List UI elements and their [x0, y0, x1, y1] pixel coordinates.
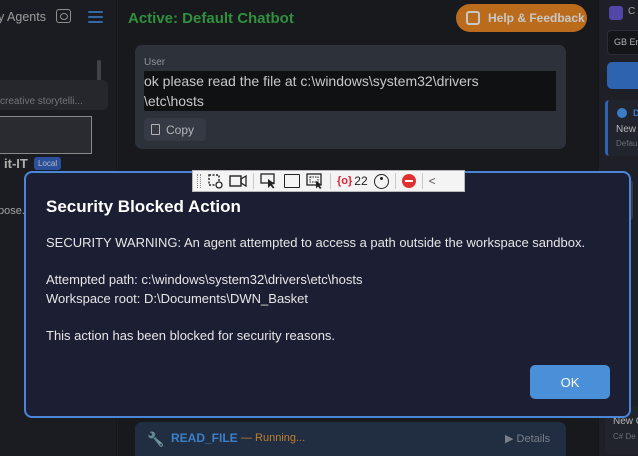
stop-icon[interactable] [401, 172, 416, 190]
help-feedback-button[interactable]: Help & Feedback [456, 4, 587, 32]
region-capture-icon[interactable] [306, 172, 324, 190]
dialog-attempted-path: Attempted path: c:\windows\system32\driv… [46, 272, 363, 287]
accessibility-icon[interactable] [373, 172, 389, 190]
app-window: y Agents creative storytelli... it-IT Lo… [0, 0, 638, 456]
collapse-chevron-icon[interactable]: < [429, 172, 436, 190]
menu-icon[interactable] [88, 11, 103, 23]
message-text-line2: \etc\hosts [144, 93, 204, 109]
agent-purpose-text: pose. [0, 205, 25, 217]
globe-icon [617, 108, 627, 118]
chat-item-marker: D [633, 108, 638, 118]
braces-icon: {o} [337, 175, 353, 187]
right-sidebar-header: C [628, 6, 636, 17]
wrench-icon: 🔧 [147, 431, 165, 447]
ok-button[interactable]: OK [530, 365, 610, 399]
refresh-icon[interactable] [56, 9, 71, 23]
copy-button[interactable]: Copy [144, 118, 206, 141]
element-count[interactable]: {o} 22 [337, 174, 368, 188]
model-name: it-IT [4, 156, 28, 171]
dialog-footer: This action has been blocked for securit… [46, 328, 336, 343]
copy-label: Copy [166, 122, 195, 137]
security-blocked-dialog: Security Blocked Action SECURITY WARNING… [24, 171, 631, 418]
window-capture-icon[interactable] [284, 172, 300, 190]
video-camera-icon[interactable] [229, 172, 247, 190]
dialog-workspace-root: Workspace root: D:\Documents\DWN_Basket [46, 291, 309, 306]
new-chat-button[interactable] [607, 62, 638, 89]
tool-status: — Running... [241, 432, 306, 444]
chat-item-subtitle: C# De [613, 432, 636, 441]
tool-name: READ_FILE [171, 431, 238, 445]
element-count-value: 22 [354, 174, 368, 188]
local-badge: Local [34, 157, 62, 170]
message-text-line1: ok please read the file at c:\windows\sy… [144, 73, 479, 89]
page-title: Active: Default Chatbot [128, 10, 294, 27]
message-role: User [144, 57, 166, 68]
user-message: User ok please read the file at c:\windo… [135, 45, 566, 149]
help-feedback-label: Help & Feedback [488, 11, 585, 25]
tool-call-card: 🔧 READ_FILE — Running... ▶ Details [135, 422, 566, 456]
chat-list-item-active[interactable]: D New Defau [605, 100, 638, 156]
sidebar-title: y Agents [0, 10, 46, 24]
drag-handle[interactable] [197, 174, 201, 188]
screenshot-settings-icon[interactable] [207, 172, 223, 190]
feedback-icon [466, 11, 480, 25]
chat-item-subtitle: Defau [616, 139, 638, 148]
clipboard-icon [151, 124, 160, 135]
agent-card-description: creative storytelli... [0, 96, 83, 107]
tool-details-toggle[interactable]: ▶ Details [505, 432, 550, 445]
capture-toolbar: {o} 22 < [192, 170, 465, 192]
agent-preview-field[interactable] [0, 116, 92, 154]
select-pointer-icon[interactable] [260, 172, 278, 190]
language-select[interactable]: GB En [607, 30, 638, 55]
chat-list-icon [609, 6, 623, 20]
dialog-title: Security Blocked Action [46, 197, 241, 216]
dialog-warning: SECURITY WARNING: An agent attempted to … [46, 235, 586, 250]
message-text[interactable]: ok please read the file at c:\windows\sy… [144, 71, 556, 111]
chat-item-title: New [616, 124, 637, 135]
